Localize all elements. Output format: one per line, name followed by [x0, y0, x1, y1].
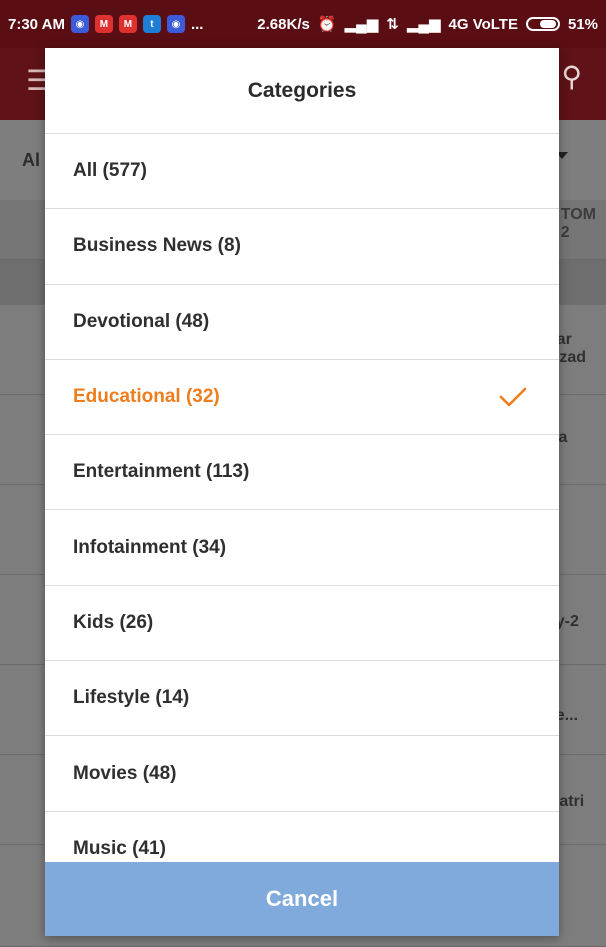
checkmark-icon — [499, 387, 527, 407]
category-item-music[interactable]: Music (41) — [45, 812, 559, 862]
category-item-kids[interactable]: Kids (26) — [45, 586, 559, 662]
signal-icon-2: ▂▄▆ — [406, 16, 441, 33]
category-item-entertainment[interactable]: Entertainment (113) — [45, 435, 559, 511]
category-label: Educational (32) — [73, 386, 220, 408]
dialog-title: Categories — [45, 48, 559, 134]
battery-icon — [525, 17, 560, 31]
gmail-notification-icon-2: M — [118, 15, 137, 33]
messenger-notification-icon: ◉ — [70, 15, 89, 33]
category-item-educational[interactable]: Educational (32) — [45, 360, 559, 436]
category-item-movies[interactable]: Movies (48) — [45, 736, 559, 812]
category-label: Kids (26) — [73, 611, 154, 633]
category-label: Devotional (48) — [73, 310, 210, 332]
category-label: Lifestyle (14) — [73, 687, 190, 709]
data-transfer-icon: ⇅ — [386, 16, 399, 33]
twitter-notification-icon: t — [142, 15, 161, 33]
category-item-infotainment[interactable]: Infotainment (34) — [45, 510, 559, 586]
alarm-icon: ⏰ — [317, 16, 337, 33]
categories-dialog: Categories All (577) Business News (8) D… — [45, 48, 559, 936]
cancel-button[interactable]: Cancel — [45, 862, 559, 936]
category-label: Infotainment (34) — [73, 536, 227, 558]
status-bar: 7:30 AM ◉ M M t ◉ ... 2.68K/s ⏰ ▂▄▆ ⇅ ▂▄… — [0, 0, 606, 48]
search-icon: ⚲ — [561, 61, 582, 92]
column-header-text: TOM 2 — [560, 206, 596, 241]
signal-icon: ▂▄▆ — [344, 16, 379, 33]
network-type: 4G VoLTE — [448, 15, 518, 33]
category-label: All (577) — [73, 160, 147, 182]
notification-overflow: ... — [190, 15, 204, 33]
category-label: Movies (48) — [73, 762, 177, 784]
status-time: 7:30 AM — [8, 15, 65, 33]
category-label: Entertainment (113) — [73, 461, 250, 483]
category-item-devotional[interactable]: Devotional (48) — [45, 285, 559, 360]
network-speed: 2.68K/s — [257, 15, 310, 33]
category-item-lifestyle[interactable]: Lifestyle (14) — [45, 661, 559, 737]
filter-label: Al — [22, 150, 40, 170]
category-item-all[interactable]: All (577) — [45, 134, 559, 210]
category-item-business-news[interactable]: Business News (8) — [45, 209, 559, 285]
battery-percent: 51% — [567, 15, 598, 33]
category-label: Music (41) — [73, 837, 166, 859]
category-label: Business News (8) — [73, 235, 241, 257]
gmail-notification-icon: M — [94, 15, 113, 33]
messenger-notification-icon-2: ◉ — [166, 15, 185, 33]
category-list[interactable]: All (577) Business News (8) Devotional (… — [45, 134, 559, 862]
